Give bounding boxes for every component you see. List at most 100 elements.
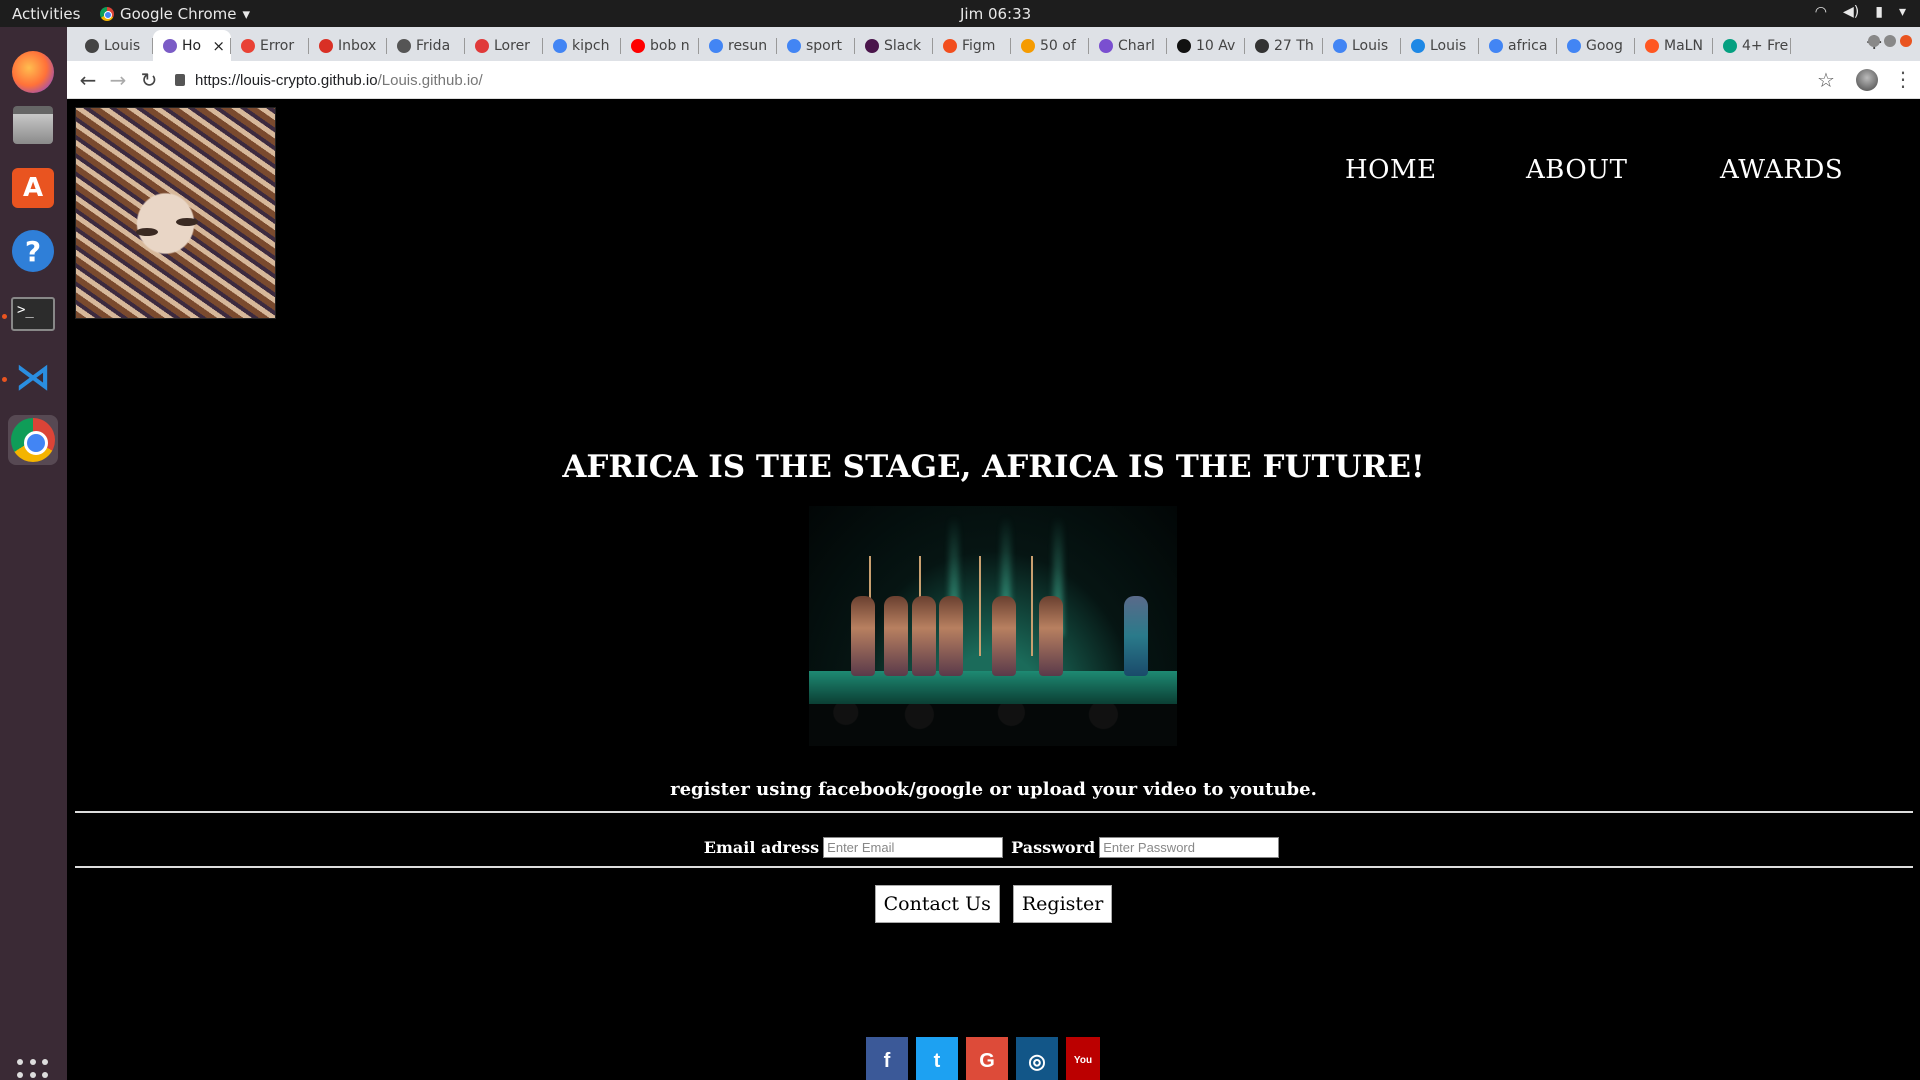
tab[interactable]: Charl: [1089, 30, 1167, 61]
favicon-icon: [1333, 38, 1347, 53]
favicon-icon: [163, 38, 177, 53]
dock-firefox[interactable]: [8, 47, 58, 97]
tab-active[interactable]: Ho ×: [153, 30, 231, 61]
chrome-icon: [11, 418, 55, 462]
contact-us-button[interactable]: Contact Us: [874, 885, 1000, 923]
facebook-icon[interactable]: f: [866, 1037, 908, 1080]
tab[interactable]: 10 Av: [1167, 30, 1245, 61]
running-indicator: [2, 314, 7, 319]
register-instructions: register using facebook/google or upload…: [670, 779, 1317, 800]
password-field[interactable]: [1099, 837, 1280, 858]
tab[interactable]: sport: [777, 30, 855, 61]
nav-awards-link[interactable]: AWARDS: [1720, 155, 1843, 185]
divider: [75, 866, 1913, 868]
email-field[interactable]: [823, 837, 1004, 858]
dock-vscode[interactable]: ⋊: [8, 352, 58, 402]
tab[interactable]: Figm: [933, 30, 1011, 61]
tab[interactable]: 27 Th: [1245, 30, 1323, 61]
favicon-icon: [85, 38, 99, 53]
tab-label: Slack: [884, 37, 922, 54]
favicon-icon: [1177, 38, 1191, 53]
tab[interactable]: Louis: [1401, 30, 1479, 61]
password-label: Password: [1011, 838, 1096, 857]
lock-icon: [175, 74, 185, 86]
tab[interactable]: Goog: [1557, 30, 1635, 61]
tab[interactable]: Error: [231, 30, 309, 61]
menu-dots-icon[interactable]: ⋮: [1893, 67, 1913, 91]
tab-label: Lorer: [494, 37, 530, 54]
favicon-icon: [1021, 38, 1035, 53]
tab[interactable]: Slack: [855, 30, 933, 61]
tab-label: sport: [806, 37, 842, 54]
tab-label: bob n: [650, 37, 690, 54]
app-menu[interactable]: Google Chrome ▾: [100, 5, 250, 23]
dance-performance-image: [809, 506, 1177, 746]
minimize-button[interactable]: [1868, 35, 1880, 47]
tab-label: Louis: [1430, 37, 1467, 54]
close-window-button[interactable]: [1900, 35, 1912, 47]
forward-button[interactable]: →: [105, 67, 131, 93]
tab-label: kipch: [572, 37, 610, 54]
favicon-icon: [553, 38, 567, 53]
favicon-icon: [1567, 38, 1581, 53]
tab[interactable]: bob n: [621, 30, 699, 61]
tab[interactable]: africa: [1479, 30, 1557, 61]
nav-home-link[interactable]: HOME: [1345, 155, 1437, 185]
volume-icon: ◀): [1843, 4, 1860, 20]
clock[interactable]: Jim 06:33: [960, 5, 1031, 23]
dock-chrome[interactable]: [8, 415, 58, 465]
favicon-icon: [1489, 38, 1503, 53]
tab[interactable]: MaLN: [1635, 30, 1713, 61]
close-tab-icon[interactable]: ×: [212, 37, 225, 55]
divider: [75, 811, 1913, 813]
tab[interactable]: Inbox: [309, 30, 387, 61]
bookmark-star-icon[interactable]: ☆: [1817, 68, 1835, 92]
app-name: Google Chrome: [120, 5, 237, 23]
system-tray[interactable]: ◠ ◀) ▮ ▾: [1815, 4, 1906, 20]
dock-software[interactable]: A: [8, 163, 58, 213]
dock-terminal[interactable]: >_: [8, 289, 58, 339]
favicon-icon: [241, 38, 255, 53]
dock-help[interactable]: ?: [8, 226, 58, 276]
nav-about-link[interactable]: ABOUT: [1526, 155, 1627, 185]
tab[interactable]: resun: [699, 30, 777, 61]
favicon-icon: [319, 38, 333, 53]
tab[interactable]: Louis: [1323, 30, 1401, 61]
tab-label: Frida: [416, 37, 451, 54]
favicon-icon: [1411, 38, 1425, 53]
login-form: Email adress Password: [67, 837, 1920, 858]
lion-logo[interactable]: [75, 107, 276, 319]
youtube-icon[interactable]: You: [1066, 1037, 1100, 1080]
favicon-icon: [1255, 38, 1269, 53]
favicon-icon: [787, 38, 801, 53]
tab-label: africa: [1508, 37, 1548, 54]
action-buttons: Contact Us Register: [67, 885, 1920, 923]
instagram-icon[interactable]: ◎: [1016, 1037, 1058, 1080]
tab[interactable]: Frida: [387, 30, 465, 61]
tab[interactable]: Louis: [75, 30, 153, 61]
battery-icon: ▮: [1875, 4, 1883, 20]
register-button[interactable]: Register: [1012, 885, 1113, 923]
tab[interactable]: 50 of: [1011, 30, 1089, 61]
favicon-icon: [943, 38, 957, 53]
dock: A ? >_ ⋊: [0, 27, 67, 1080]
back-button[interactable]: ←: [75, 67, 101, 93]
show-applications-icon[interactable]: [17, 1059, 49, 1080]
reload-button[interactable]: ↻: [136, 67, 162, 93]
profile-avatar[interactable]: [1856, 69, 1878, 91]
address-bar[interactable]: https://louis-crypto.github.io/Louis.git…: [175, 66, 1825, 94]
maximize-button[interactable]: [1884, 35, 1896, 47]
tab[interactable]: kipch: [543, 30, 621, 61]
dock-files[interactable]: [8, 100, 58, 150]
tab[interactable]: 4+ Fre: [1713, 30, 1791, 61]
tab[interactable]: Lorer: [465, 30, 543, 61]
tab-label: Goog: [1586, 37, 1623, 54]
activities-button[interactable]: Activities: [12, 5, 80, 23]
twitter-icon[interactable]: t: [916, 1037, 958, 1080]
favicon-icon: [475, 38, 489, 53]
favicon-icon: [631, 38, 645, 53]
chevron-down-icon: ▾: [242, 5, 251, 23]
tab-label: Louis: [1352, 37, 1389, 54]
google-icon[interactable]: G: [966, 1037, 1008, 1080]
browser-toolbar: ← → ↻ https://louis-crypto.github.io/Lou…: [67, 61, 1920, 99]
